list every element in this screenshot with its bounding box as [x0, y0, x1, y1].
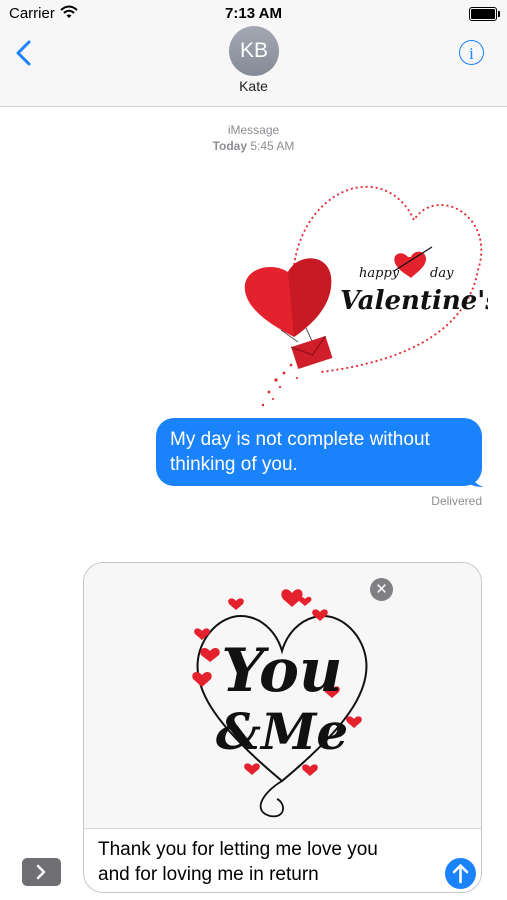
sticker-preview: You &Me ✕ — [84, 563, 481, 828]
contact-avatar[interactable]: KB — [229, 26, 279, 76]
service-label: iMessage — [227, 123, 280, 137]
bubble-tail — [470, 470, 484, 487]
message-input[interactable]: Thank you for letting me love you and fo… — [98, 837, 428, 887]
message-input-line-2: and for loving me in return — [98, 864, 319, 885]
status-bar: Carrier 7:13 AM — [0, 0, 507, 26]
sticker-text-day: day — [430, 266, 454, 281]
timestamp-day: Today — [212, 139, 248, 153]
message-input-line-1: Thank you for letting me love you — [98, 839, 378, 860]
valentine-sticker[interactable]: happy day Valentine's — [236, 165, 500, 422]
sticker-text-you: You — [221, 636, 342, 706]
conversation-header: KB Kate i — [0, 26, 507, 107]
status-time: 7:13 AM — [225, 5, 282, 22]
sticker-text-valentines: Valentine's — [340, 286, 488, 316]
sticker-text-and-me: &Me — [216, 702, 348, 761]
battery-icon — [469, 7, 500, 21]
chevron-right-icon — [36, 864, 46, 880]
info-icon[interactable]: i — [459, 40, 484, 65]
arrow-up-icon — [452, 864, 469, 884]
back-icon[interactable] — [14, 40, 34, 71]
contact-name[interactable]: Kate — [0, 78, 507, 94]
delivery-status: Delivered — [431, 494, 482, 508]
you-and-me-sticker: You &Me — [182, 571, 382, 826]
close-icon[interactable]: ✕ — [370, 578, 393, 601]
timestamp-time: 5:45 AM — [250, 139, 295, 153]
sticker-text-happy: happy — [359, 266, 400, 281]
expand-apps-button[interactable] — [22, 858, 61, 886]
compose-divider — [84, 828, 481, 829]
timestamp: Today 5:45 AM — [0, 139, 507, 153]
compose-box[interactable]: You &Me ✕ Thank you for letting me love … — [83, 562, 482, 893]
send-button[interactable] — [445, 858, 476, 889]
sent-message-bubble[interactable]: My day is not complete without thinking … — [156, 418, 482, 486]
